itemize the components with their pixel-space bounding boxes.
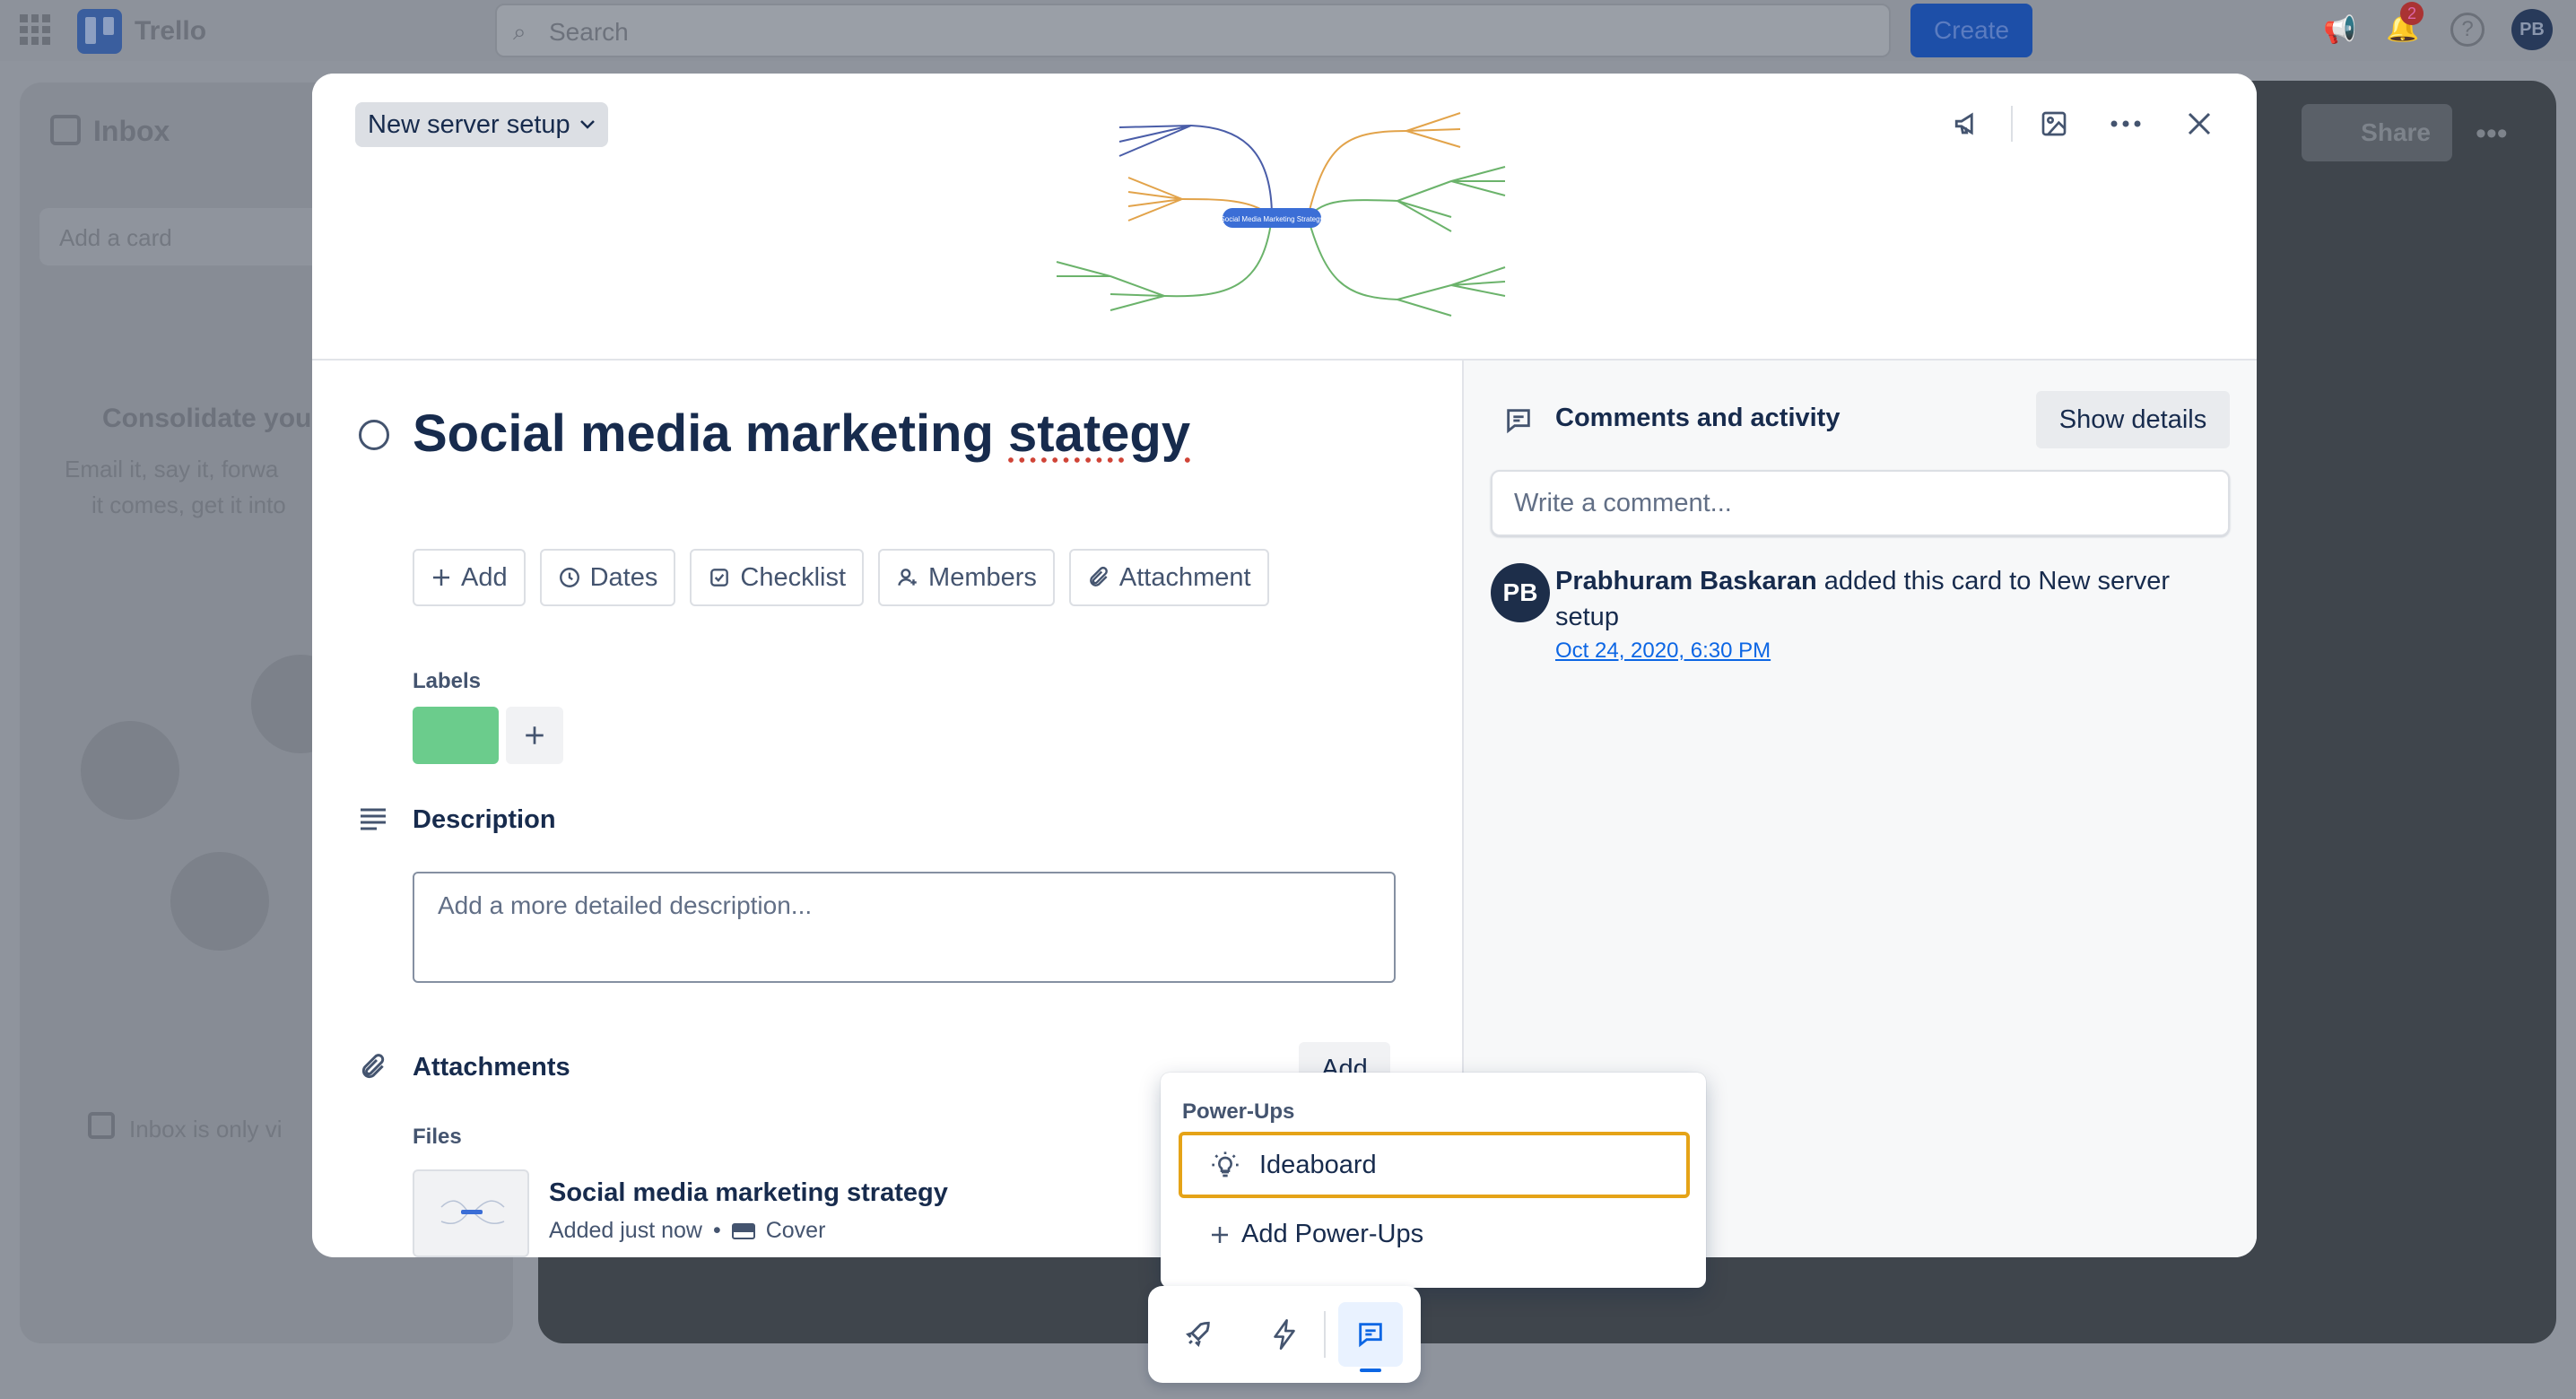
add-power-ups-label: Add Power-Ups — [1241, 1220, 1424, 1248]
dock-divider — [1324, 1311, 1326, 1358]
activity-user-name[interactable]: Prabhuram Baskaran — [1555, 567, 1817, 595]
trello-logo[interactable]: Trello — [77, 9, 206, 54]
checklist-icon — [710, 569, 729, 587]
add-button[interactable]: Add — [413, 549, 526, 606]
show-details-button[interactable]: Show details — [2036, 391, 2230, 448]
activity-avatar[interactable]: PB — [1491, 563, 1550, 622]
inbox-private-note: Inbox is only vi — [129, 1116, 283, 1143]
checklist-button[interactable]: Checklist — [690, 549, 865, 606]
attachment-added-time: Added just now — [549, 1218, 702, 1243]
activity-timestamp-link[interactable]: Oct 24, 2020, 6:30 PM — [1555, 639, 1771, 664]
add-label-button[interactable] — [506, 707, 563, 764]
chevron-down-icon — [579, 120, 595, 129]
add-member-icon — [898, 569, 917, 587]
teams-integration-icon — [81, 721, 179, 820]
close-icon[interactable] — [2174, 99, 2224, 149]
dates-button-label: Dates — [589, 562, 658, 592]
description-input[interactable]: Add a more detailed description... — [413, 872, 1396, 983]
card-complete-checkbox[interactable] — [359, 420, 389, 450]
plus-icon — [433, 569, 449, 586]
comment-icon — [1507, 409, 1530, 434]
paperclip-icon — [361, 1054, 385, 1079]
attachment-button[interactable]: Attachment — [1068, 549, 1269, 606]
plus-icon — [1212, 1226, 1228, 1243]
attachment-button-label: Attachment — [1118, 562, 1251, 592]
create-button[interactable]: Create — [1910, 4, 2032, 57]
activity-entry: Prabhuram Baskaran added this card to Ne… — [1555, 563, 2219, 635]
notification-count-badge: 2 — [2400, 2, 2424, 25]
header-divider — [2011, 106, 2013, 142]
paperclip-icon — [1090, 566, 1108, 587]
checklist-button-label: Checklist — [740, 562, 847, 592]
card-actions-row: Add Dates Checklist Members Attachment — [413, 549, 1269, 606]
lightbulb-icon — [1212, 1151, 1239, 1177]
power-ups-popover: Power-Ups Ideaboard Add Power-Ups — [1161, 1073, 1706, 1288]
automation-bolt-icon[interactable] — [1252, 1302, 1317, 1367]
power-up-item-label: Ideaboard — [1259, 1150, 1377, 1179]
attachment-meta: Added just now • Cover — [549, 1218, 825, 1244]
mobile-integration-icon — [170, 852, 269, 951]
user-avatar[interactable]: PB — [2511, 9, 2553, 50]
card-title-misspelled-word: stategy — [1008, 404, 1191, 463]
label-chip-green[interactable] — [413, 707, 499, 764]
dates-button[interactable]: Dates — [539, 549, 676, 606]
comment-icon — [1359, 1323, 1382, 1348]
members-button[interactable]: Members — [878, 549, 1055, 606]
megaphone-icon[interactable]: 📢 — [2323, 14, 2356, 47]
more-actions-icon[interactable] — [2101, 99, 2151, 149]
inbox-consolidate-text-2: it comes, get it into — [91, 491, 286, 518]
labels-heading: Labels — [413, 669, 482, 693]
mindmap-center-label: Social Media Marketing Strategy — [1220, 215, 1323, 223]
members-button-label: Members — [928, 562, 1037, 592]
mindmap-thumbnail-image — [440, 1200, 505, 1225]
attachments-heading: Attachments — [413, 1053, 570, 1082]
cover-icon — [731, 1222, 755, 1239]
add-button-label: Add — [461, 562, 508, 592]
search-icon: ⌕ — [513, 18, 527, 45]
inbox-title: Inbox — [93, 115, 170, 147]
card-title-text: Social media marketing — [413, 404, 1009, 463]
description-heading: Description — [413, 805, 556, 834]
bullet-separator: • — [712, 1218, 721, 1243]
board-more-icon[interactable]: ••• — [2476, 117, 2508, 152]
inbox-icon — [50, 115, 81, 145]
megaphone-icon[interactable] — [1943, 99, 1993, 149]
comments-dock-button[interactable] — [1338, 1302, 1403, 1367]
inbox-consolidate-text: Email it, say it, forwa — [65, 456, 279, 482]
comment-input[interactable]: Write a comment... — [1491, 470, 2230, 536]
lock-icon — [88, 1112, 115, 1139]
list-selector[interactable]: New server setup — [355, 102, 608, 147]
activity-heading: Comments and activity — [1555, 404, 1841, 432]
cover-image-icon[interactable] — [2029, 99, 2079, 149]
clock-icon — [559, 568, 579, 587]
attachment-thumbnail[interactable] — [413, 1169, 529, 1257]
share-button[interactable]: Share — [2302, 104, 2452, 161]
trello-logo-icon — [77, 9, 122, 54]
plus-icon — [526, 726, 544, 744]
bottom-dock — [1148, 1286, 1421, 1383]
app-name: Trello — [135, 16, 207, 46]
rocket-icon[interactable] — [1166, 1302, 1231, 1367]
search-placeholder: Search — [549, 18, 629, 46]
list-name: New server setup — [368, 109, 570, 139]
files-heading: Files — [413, 1125, 462, 1149]
app-switcher-icon[interactable] — [20, 14, 50, 45]
mindmap-cover-image: Social Media Marketing Strategy — [1056, 112, 1506, 317]
description-icon — [361, 808, 386, 830]
card-title[interactable]: Social media marketing stategy — [413, 404, 1190, 464]
search-input[interactable]: ⌕ Search — [495, 4, 1891, 57]
inbox-consolidate-title: Consolidate you — [102, 404, 312, 433]
power-up-item-ideaboard[interactable]: Ideaboard — [1179, 1132, 1690, 1198]
help-icon[interactable]: ? — [2450, 13, 2485, 47]
attachment-file-name[interactable]: Social media marketing strategy — [549, 1178, 948, 1208]
active-indicator — [1360, 1369, 1381, 1372]
add-power-ups-button[interactable]: Add Power-Ups — [1209, 1220, 1423, 1249]
power-ups-heading: Power-Ups — [1182, 1099, 1295, 1124]
attachment-cover-link[interactable]: Cover — [766, 1218, 826, 1244]
